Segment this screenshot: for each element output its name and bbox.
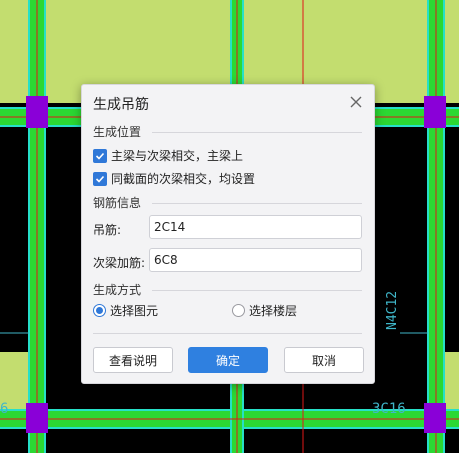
radio-label: 选择楼层: [249, 304, 298, 318]
ok-button[interactable]: 确定: [188, 347, 268, 373]
secondary-add-label: 次梁加筋:: [93, 256, 146, 270]
slab-panel: [0, 0, 29, 103]
secondary-add-input[interactable]: [149, 248, 362, 272]
section-divider: [152, 132, 362, 133]
view-instructions-button[interactable]: 查看说明: [93, 347, 173, 373]
rebar-annotation: N4C12: [385, 291, 400, 330]
radio-select-floor[interactable]: 选择楼层: [232, 302, 297, 319]
radio-selected-icon[interactable]: [93, 304, 106, 317]
cancel-button[interactable]: 取消: [284, 347, 364, 373]
hanger-input[interactable]: [149, 215, 362, 239]
generate-hanger-rebar-dialog: 生成吊筋 生成位置 主梁与次梁相交，主梁上 同截面的次梁相交，均设置 钢筋信息 …: [81, 84, 375, 384]
column[interactable]: [26, 403, 48, 433]
hanger-label: 吊筋:: [93, 223, 122, 237]
checkbox-same-section[interactable]: 同截面的次梁相交，均设置: [93, 170, 255, 187]
footer-divider: [93, 333, 362, 334]
slab-panel: [444, 352, 459, 412]
column[interactable]: [424, 403, 446, 433]
slab-panel: [444, 0, 459, 103]
column[interactable]: [424, 96, 446, 128]
radio-label: 选择图元: [110, 304, 159, 318]
checkbox-checked-icon[interactable]: [93, 171, 107, 186]
section-divider: [152, 203, 362, 204]
section-divider: [152, 290, 362, 291]
checkbox-label: 主梁与次梁相交，主梁上: [111, 149, 244, 163]
dialog-title: 生成吊筋: [93, 97, 149, 113]
close-icon[interactable]: [348, 94, 364, 110]
rebar-annotation: 3C16: [372, 401, 406, 417]
checkbox-main-secondary[interactable]: 主梁与次梁相交，主梁上: [93, 147, 243, 164]
checkbox-checked-icon[interactable]: [93, 148, 107, 163]
radio-select-element[interactable]: 选择图元: [93, 302, 158, 319]
column[interactable]: [26, 96, 48, 128]
section-title-rebar: 钢筋信息: [93, 196, 142, 210]
section-title-method: 生成方式: [93, 283, 142, 297]
rebar-annotation: 6: [0, 401, 8, 417]
radio-unselected-icon[interactable]: [232, 304, 245, 317]
section-title-position: 生成位置: [93, 125, 142, 139]
checkbox-label: 同截面的次梁相交，均设置: [111, 172, 256, 186]
